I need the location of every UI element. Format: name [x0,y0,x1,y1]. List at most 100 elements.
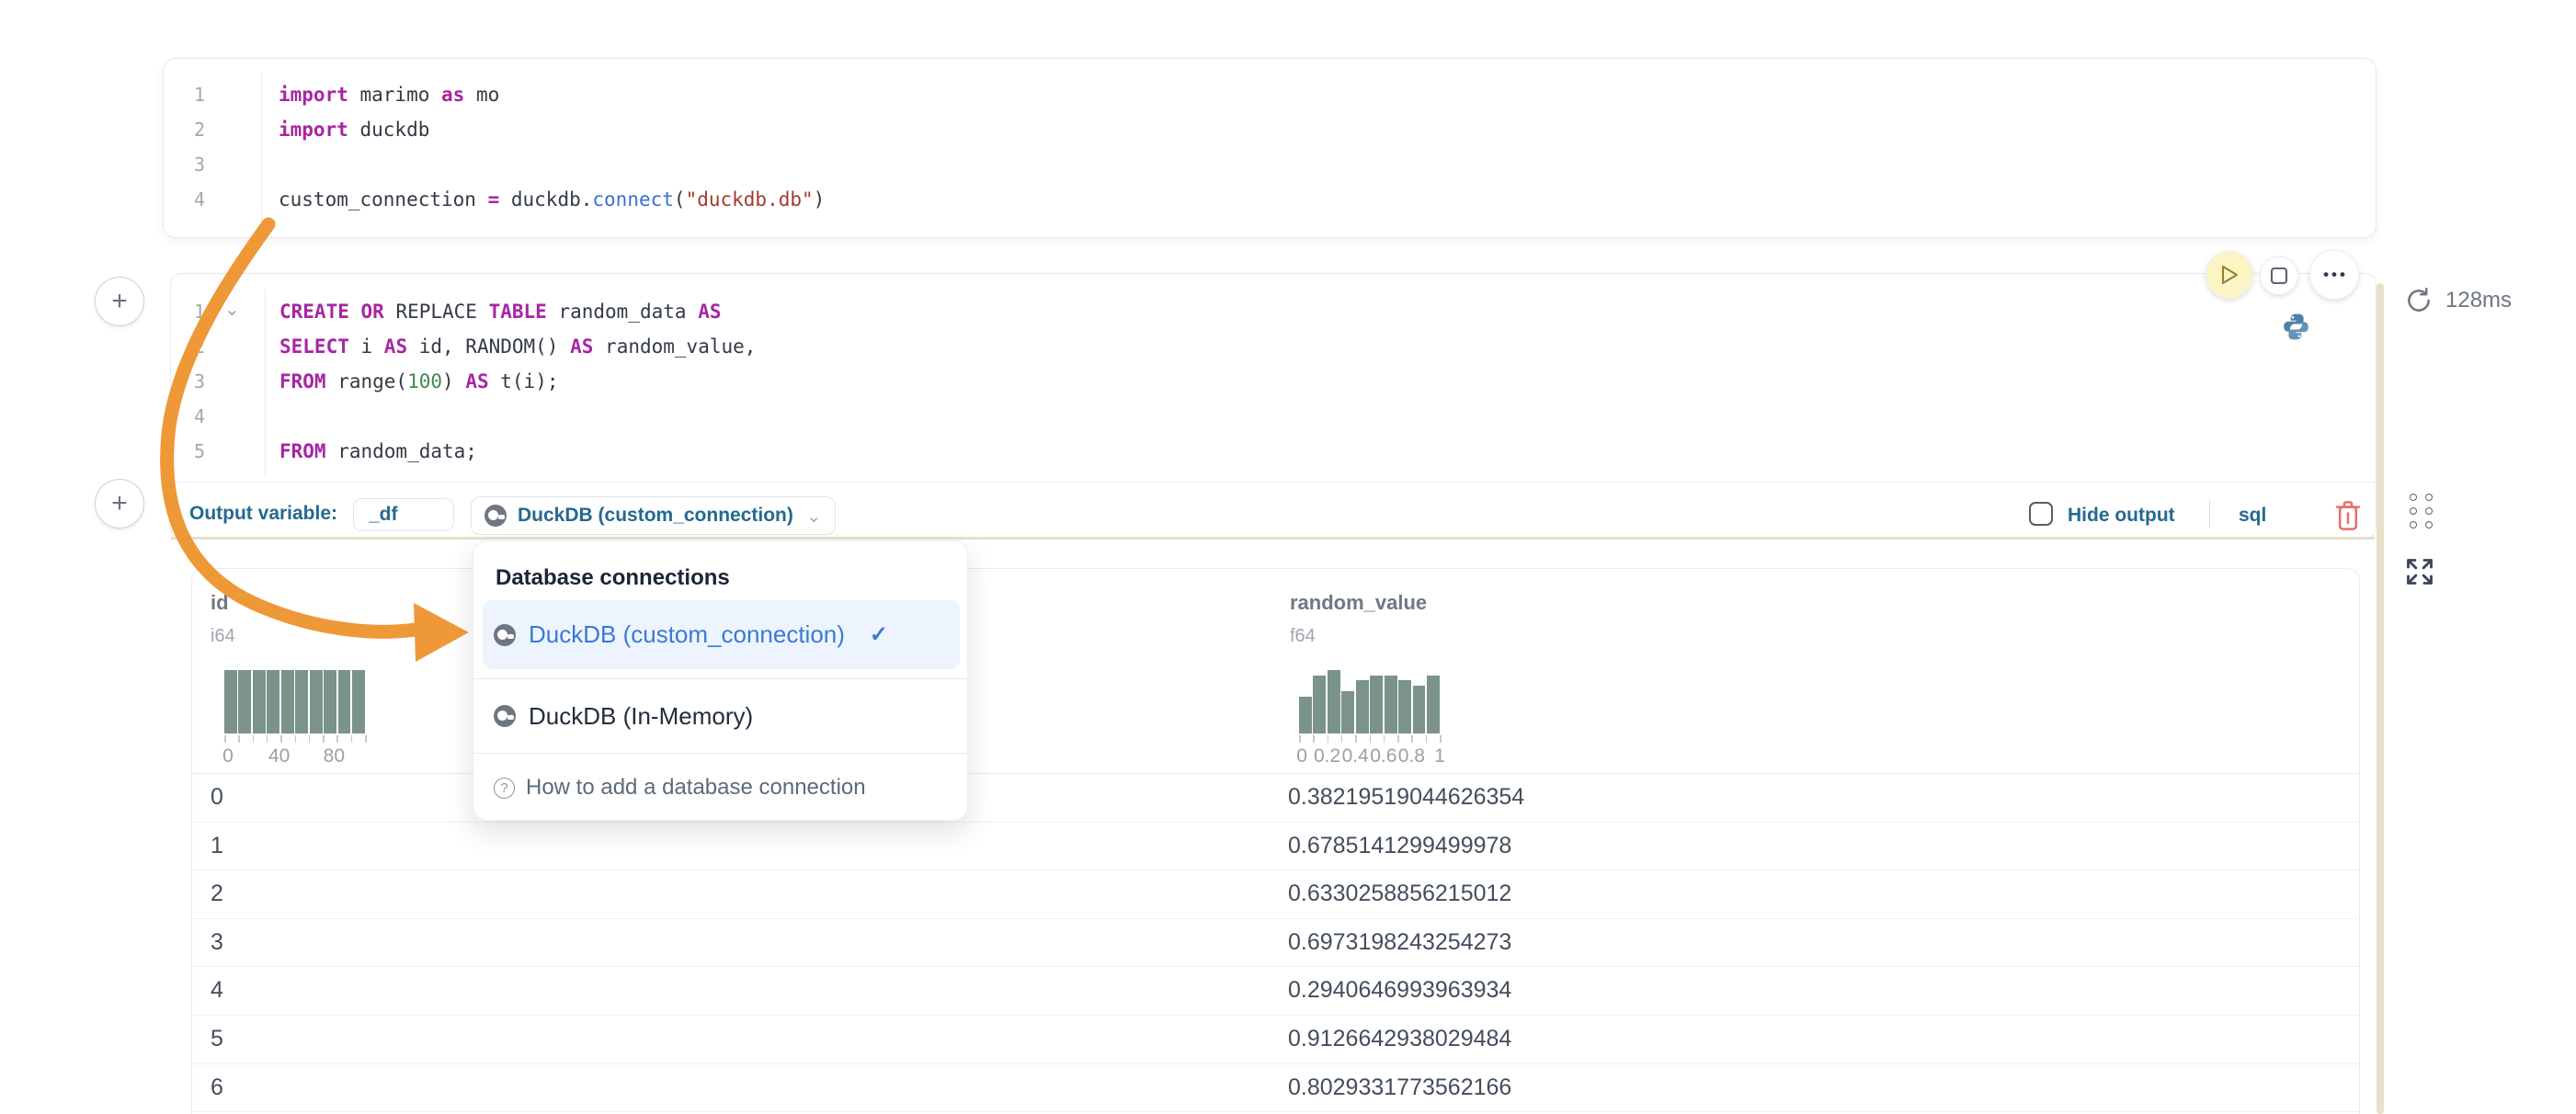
code-text [261,147,279,182]
histogram-bar [310,670,323,733]
cell-id: 5 [211,1016,223,1063]
output-variable-input[interactable] [353,498,454,531]
plus-icon: + [111,288,128,315]
axis-tick [1341,735,1343,743]
cell-random-value: 0.6330258856215012 [1288,870,1511,917]
histogram-bar [352,670,365,733]
id-histogram: 04080 [224,670,365,755]
dropdown-title: Database connections [496,565,730,591]
line-number: 3 [164,147,261,182]
code-text: CREATE OR REPLACE TABLE random_data AS [265,294,721,329]
line-number: 1 [171,294,265,329]
histogram-bar [1328,670,1340,733]
cell-id: 0 [211,774,223,821]
axis-tick-label: 80 [324,745,345,767]
axis-tick-label: 0 [1296,745,1307,767]
connection-option[interactable]: DuckDB (custom_connection)✓ [483,600,960,669]
code-text [265,399,279,434]
cell-menu-button[interactable]: ••• [2309,250,2359,300]
cell-random-value: 0.6785141299499978 [1288,823,1511,870]
code-line[interactable]: 5FROM random_data; [171,434,2376,469]
histogram-bar [1385,676,1397,733]
python-code-cell[interactable]: 1import marimo as mo2import duckdb34cust… [163,58,2377,238]
histogram-bar [324,670,336,733]
add-cell-button-bottom[interactable]: + [95,479,144,529]
add-connection-help-item[interactable]: ? How to add a database connection [494,765,866,811]
code-text: import duckdb [261,112,429,147]
cell-runtime-indicator[interactable]: 128ms [2405,287,2512,314]
maximize-icon [2401,553,2438,590]
cell-drag-handle[interactable] [2410,494,2434,534]
cell-random-value: 0.2940646993963934 [1288,967,1511,1014]
column-type-random-value: f64 [1290,626,1316,647]
notebook-canvas: + + 1import marimo as mo2import duckdb34… [0,0,2576,1114]
stop-cell-button[interactable] [2260,256,2298,295]
axis-tick [1370,735,1372,743]
code-line[interactable]: 4custom_connection = duckdb.connect("duc… [164,182,2376,217]
hide-output-checkbox[interactable] [2029,502,2053,526]
menu-divider [473,753,967,754]
code-line[interactable]: 3 [164,147,2376,182]
connection-option[interactable]: DuckDB (In-Memory) [483,679,960,753]
code-line[interactable]: 3FROM range(100) AS t(i); [171,364,2376,399]
code-line[interactable]: 4 [171,399,2376,434]
axis-tick [280,735,282,743]
line-number: 3 [171,364,265,399]
histogram-bar [224,670,237,733]
sql-code-cell[interactable]: 1CREATE OR REPLACE TABLE random_data AS2… [170,273,2377,539]
connection-dropdown-button[interactable]: DuckDB (custom_connection) ⌄ [471,496,836,535]
footer-separator [2209,500,2210,528]
python-language-badge [2282,312,2310,342]
histogram-bar [338,670,351,733]
axis-tick [1411,735,1413,743]
histogram-bar [267,670,279,733]
duckdb-icon [494,705,516,727]
histogram-bar [1299,697,1312,733]
trash-icon [2333,499,2363,532]
code-line[interactable]: 2SELECT i AS id, RANDOM() AS random_valu… [171,329,2376,364]
drag-dot [2410,494,2417,501]
drag-dot [2410,521,2417,529]
table-row: 30.6973198243254273 [192,919,2359,968]
code-text: SELECT i AS id, RANDOM() AS random_value… [265,329,756,364]
histogram-bar [1427,676,1440,733]
axis-tick [1328,735,1329,743]
stop-icon [2270,267,2288,285]
add-cell-button-top[interactable]: + [95,277,144,326]
code-line[interactable]: 1CREATE OR REPLACE TABLE random_data AS [171,294,2376,329]
axis-tick [1440,735,1442,743]
sql-code-editor[interactable]: 1CREATE OR REPLACE TABLE random_data AS2… [171,294,2376,469]
hide-output-label[interactable]: Hide output [2068,505,2175,527]
axis-tick [323,735,325,743]
expand-cell-button[interactable] [2401,553,2438,590]
axis-tick [1299,735,1301,743]
line-number: 1 [164,77,261,112]
run-cell-button[interactable] [2206,251,2253,299]
language-toggle-sql[interactable]: sql [2239,505,2266,527]
axis-tick [351,735,353,743]
connection-option-label: DuckDB (custom_connection) [529,620,845,649]
connection-option-label: DuckDB (In-Memory) [529,702,753,731]
cell-id: 4 [211,967,223,1014]
column-header-id[interactable]: id [211,591,229,615]
fold-chevron-icon[interactable]: ⌄ [224,298,240,321]
play-icon [2219,264,2240,286]
drag-dot [2410,507,2417,515]
code-text: custom_connection = duckdb.connect("duck… [261,182,825,217]
cell-random-value: 0.38219519044626354 [1288,774,1524,821]
line-number: 4 [164,182,261,217]
code-text: FROM range(100) AS t(i); [265,364,558,399]
help-label: How to add a database connection [526,775,866,801]
code-line[interactable]: 2import duckdb [164,112,2376,147]
axis-tick [224,735,226,743]
python-code-editor[interactable]: 1import marimo as mo2import duckdb34cust… [164,77,2376,217]
axis-tick-label: 0.6 [1370,745,1396,767]
code-line[interactable]: 1import marimo as mo [164,77,2376,112]
axis-tick [1397,735,1399,743]
histogram-bar [1413,686,1426,733]
table-row: 50.9126642938029484 [192,1016,2359,1064]
column-header-random-value[interactable]: random_value [1290,591,1427,615]
delete-cell-button[interactable] [2333,499,2363,532]
cell-stale-bottom-edge [171,537,2375,540]
duckdb-icon [484,505,507,527]
